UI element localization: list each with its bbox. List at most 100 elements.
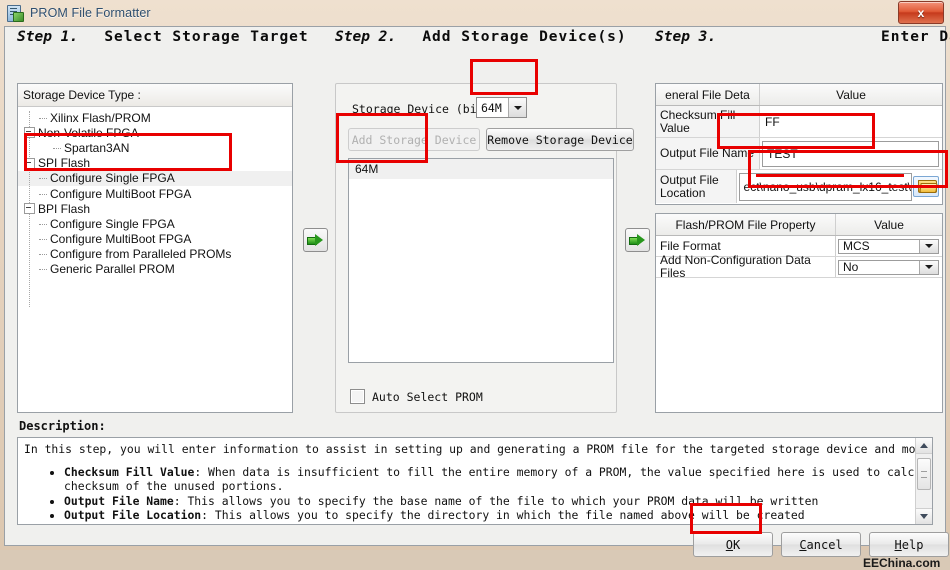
output-file-location-input[interactable]: ect\nano_usb\dpram_lx16_test\ xyxy=(739,173,912,201)
chevron-up-icon xyxy=(920,443,928,448)
help-button[interactable]: Help xyxy=(869,532,949,557)
tree-item-configure-from-paralleled-proms[interactable]: Configure from Paralleled PROMs xyxy=(18,247,292,262)
auto-select-prom-checkbox[interactable] xyxy=(350,389,365,404)
storage-device-type-tree[interactable]: Storage Device Type : Xilinx Flash/PROMN… xyxy=(17,83,293,413)
description-continuation: checksum of the unused portions. xyxy=(64,479,915,494)
scroll-up-button[interactable] xyxy=(916,438,932,454)
tree-item-configure-multiboot-fpga[interactable]: Configure MultiBoot FPGA xyxy=(18,232,292,247)
chevron-down-icon[interactable] xyxy=(919,261,938,274)
table-row: Add Non-Configuration Data Files No xyxy=(656,257,942,278)
tree-expander-minus-icon[interactable] xyxy=(24,127,35,138)
auto-select-prom-label: Auto Select PROM xyxy=(372,390,483,404)
tree-leaf-line-icon xyxy=(38,218,50,230)
tree-item-generic-parallel-prom[interactable]: Generic Parallel PROM xyxy=(18,262,292,277)
description-bullet-term: Checksum Fill Value xyxy=(64,465,194,479)
description-bullet: Output File Name: This allows you to spe… xyxy=(64,494,915,509)
step1-number: Step 1. xyxy=(17,29,78,45)
watermark: EEChina.com xyxy=(863,556,940,570)
table-row: Checksum Fill Value FF xyxy=(656,106,942,138)
output-file-name-input[interactable]: TEST xyxy=(762,141,939,167)
tree-item-label: Spartan3AN xyxy=(64,141,129,155)
flash-prom-file-property-table: Flash/PROM File Property Value File Form… xyxy=(655,213,943,413)
storage-device-size-select[interactable]: 64M xyxy=(476,97,527,118)
list-item[interactable]: 64M xyxy=(349,159,613,179)
tree-item-spi-flash[interactable]: SPI Flash xyxy=(18,156,292,171)
tree-item-label: Configure MultiBoot FPGA xyxy=(50,232,191,246)
general-file-details-header: eneral File Deta xyxy=(656,84,760,105)
tree-item-label: SPI Flash xyxy=(38,156,90,170)
file-format-select[interactable]: MCS xyxy=(838,239,939,254)
row-label: Add Non-Configuration Data Files xyxy=(656,257,836,277)
next-step2-arrow-button[interactable] xyxy=(303,228,328,252)
table-header-row: Flash/PROM File Property Value xyxy=(656,214,942,236)
description-bullet-text: : When data is insufficient to fill the … xyxy=(194,465,915,479)
help-button-rest: elp xyxy=(902,538,924,552)
description-scrollbar[interactable] xyxy=(915,438,932,524)
description-bullet-text: : PROM files can be generated in any num… xyxy=(139,523,915,524)
tree-leaf-line-icon xyxy=(38,172,50,184)
title-bar: PROM File Formatter x xyxy=(0,0,950,26)
tree-item-label: Xilinx Flash/PROM xyxy=(50,111,151,125)
step2-number: Step 2. xyxy=(335,29,396,45)
right-arrow-icon xyxy=(307,234,324,246)
tree-item-configure-single-fpga[interactable]: Configure Single FPGA xyxy=(18,216,292,231)
scroll-down-button[interactable] xyxy=(916,508,932,524)
table-header-row: eneral File Deta Value xyxy=(656,84,942,106)
row-label: Checksum Fill Value xyxy=(656,106,760,137)
step2-title: Add Storage Device(s) xyxy=(422,29,626,45)
tree-item-label: Configure MultiBoot FPGA xyxy=(50,187,191,201)
auto-select-prom-row[interactable]: Auto Select PROM xyxy=(350,389,483,404)
tree-leaf-line-icon xyxy=(38,112,50,124)
step3-header: Step 3. Enter Data xyxy=(655,29,716,45)
step3-title: Enter Data xyxy=(881,29,950,45)
description-intro: In this step, you will enter information… xyxy=(24,442,915,457)
tree-expander-minus-icon[interactable] xyxy=(24,203,35,214)
tree-item-configure-multiboot-fpga[interactable]: Configure MultiBoot FPGA xyxy=(18,186,292,201)
value-header: Value xyxy=(836,214,942,235)
client-area: Step 1. Select Storage Target Step 2. Ad… xyxy=(4,26,946,546)
tree-expander-minus-icon[interactable] xyxy=(24,158,35,169)
description-bullet: Checksum Fill Value: When data is insuff… xyxy=(64,465,915,480)
prom-file-format-link[interactable]: PROM file format xyxy=(764,523,874,524)
chevron-down-icon[interactable] xyxy=(919,240,938,253)
description-bullet-term: Output File Location xyxy=(64,508,201,522)
file-format-value: MCS xyxy=(839,239,919,253)
scrollbar-thumb[interactable] xyxy=(917,458,931,490)
chevron-down-icon[interactable] xyxy=(508,98,526,117)
step1-title: Select Storage Target xyxy=(104,29,308,45)
prom-file-formatter-window: PROM File Formatter x Step 1. Select Sto… xyxy=(0,0,950,550)
step2-panel: Storage Device (bits) 64M Add Storage De… xyxy=(335,83,617,413)
ok-button[interactable]: OK xyxy=(693,532,773,557)
row-label: Output File Name xyxy=(656,138,760,169)
storage-device-list[interactable]: 64M xyxy=(348,158,614,363)
cancel-button[interactable]: Cancel xyxy=(781,532,861,557)
tree-item-spartan3an[interactable]: Spartan3AN xyxy=(18,140,292,155)
tree-item-label: Configure Single FPGA xyxy=(50,217,175,231)
tree-item-non-volatile-fpga[interactable]: Non-Volatile FPGA xyxy=(18,125,292,140)
remove-storage-device-button[interactable]: Remove Storage Device xyxy=(486,128,634,151)
tree-item-label: Configure from Paralleled PROMs xyxy=(50,247,231,261)
tree-header: Storage Device Type : xyxy=(18,84,292,107)
tree-item-bpi-flash[interactable]: BPI Flash xyxy=(18,201,292,216)
add-non-config-data-files-select[interactable]: No xyxy=(838,260,939,275)
tree-leaf-line-icon xyxy=(38,248,50,260)
prom-file-icon xyxy=(6,4,24,22)
step1-panel: Storage Device Type : Xilinx Flash/PROMN… xyxy=(17,83,293,413)
checksum-fill-value[interactable]: FF xyxy=(760,115,780,129)
add-storage-device-button[interactable]: Add Storage Device xyxy=(348,128,480,151)
flash-prom-file-property-header: Flash/PROM File Property xyxy=(656,214,836,235)
browse-folder-button[interactable] xyxy=(913,176,939,197)
table-row: Output File Name TEST xyxy=(656,138,942,170)
tree-leaf-line-icon xyxy=(52,142,64,154)
close-icon[interactable]: x xyxy=(898,1,944,24)
general-file-details-table: eneral File Deta Value Checksum Fill Val… xyxy=(655,83,943,205)
tree-item-label: BPI Flash xyxy=(38,202,90,216)
tree-item-xilinx-flash-prom[interactable]: Xilinx Flash/PROM xyxy=(18,110,292,125)
tree-item-configure-single-fpga[interactable]: Configure Single FPGA xyxy=(18,171,292,186)
next-step3-arrow-button[interactable] xyxy=(625,228,650,252)
tree-item-label: Non-Volatile FPGA xyxy=(38,126,139,140)
tree-item-label: Generic Parallel PROM xyxy=(50,262,175,276)
description-bullet: Output File Location: This allows you to… xyxy=(64,508,915,523)
value-header: Value xyxy=(760,84,942,105)
description-label: Description: xyxy=(19,419,106,433)
